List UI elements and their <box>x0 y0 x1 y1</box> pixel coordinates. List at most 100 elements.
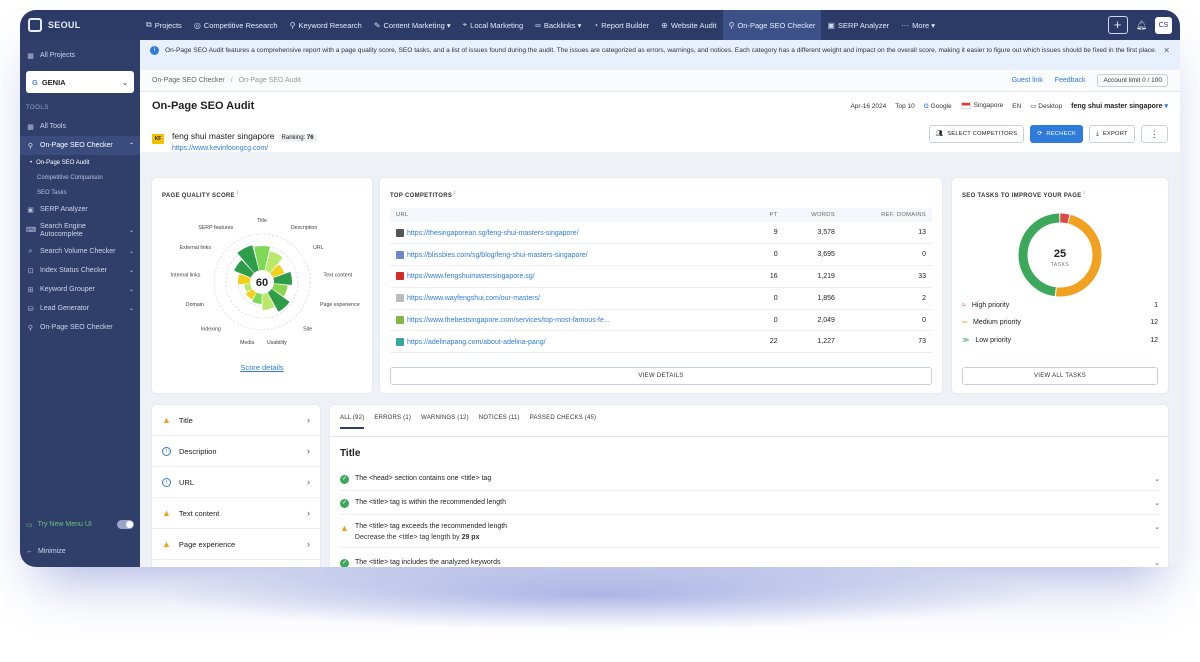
breadcrumb-current: On-Page SEO Audit <box>238 77 301 84</box>
competitor-url-cell[interactable]: https://www.thebestsingapore.com/service… <box>390 309 752 332</box>
sidebar-item-on-page-seo-checker[interactable]: ⚲ On-Page SEO Checker ⌃ <box>20 136 140 155</box>
checks-tabs: ALL (92) ERRORS (1) WARNINGS (12) NOTICES (… <box>340 415 596 429</box>
task-priority-row[interactable]: ≈ High priority 1 <box>962 302 1158 309</box>
select-competitors-button[interactable]: 👥︎ SELECT COMPETITORS <box>928 125 1025 143</box>
sidebar-item-all-tools[interactable]: ▦ All Tools <box>20 117 140 136</box>
chevron-down-icon: ⌄ <box>128 227 134 234</box>
nav-item[interactable]: ⌖ Local Marketing <box>457 10 529 40</box>
competitor-url-cell[interactable]: https://www.wayfengshui.com/our-masters/ <box>390 287 752 310</box>
priority-icon: ≫ <box>962 337 970 344</box>
pt-cell: 0 <box>751 309 784 332</box>
task-priority-row[interactable]: ═ Medium priority 12 <box>962 319 1158 326</box>
close-icon[interactable]: ✕ <box>1163 46 1170 55</box>
add-button[interactable]: + <box>1107 16 1128 34</box>
page-quality-radial-chart: Title Description URL Text content Page expe… <box>171 218 360 346</box>
category-item[interactable]: ▲ Text content › <box>152 498 320 529</box>
column-header[interactable]: WORDS <box>783 208 841 222</box>
competitor-url-cell[interactable]: https://www.fengshuimastersingapore.sg/ <box>390 265 752 288</box>
check-row[interactable]: ✓ The <title> tag includes the analyzed k… <box>340 559 1160 567</box>
category-item[interactable]: ▲ Title › <box>152 405 320 436</box>
column-header[interactable]: PT <box>751 208 784 222</box>
check-row[interactable]: ✓ The <title> tag is within the recommend… <box>340 499 1160 515</box>
sidebar-subitem[interactable]: SEO Tasks <box>20 185 140 200</box>
new-menu-toggle[interactable] <box>117 520 134 529</box>
keyword-selector[interactable]: feng shui master singapore ▾ <box>1071 102 1168 110</box>
export-button[interactable]: ⤓ EXPORT <box>1089 125 1135 143</box>
score-details-link[interactable]: Score details <box>152 363 372 372</box>
engine-label: Google <box>930 102 952 110</box>
ref-domains-cell: 33 <box>840 265 932 288</box>
sidebar-tool-item[interactable]: ⊡ Index Status Checker ⌄ <box>20 261 140 280</box>
notifications-bell-icon[interactable]: 🔔︎ <box>1136 20 1147 31</box>
nav-item[interactable]: ⚲ On-Page SEO Checker <box>722 10 822 40</box>
search-engine: G Google <box>924 103 952 110</box>
recheck-button[interactable]: ⟳ RECHECK <box>1030 125 1084 143</box>
competitor-url-cell[interactable]: https://adelinapang.com/about-adelina-pa… <box>390 330 752 354</box>
competitor-url-cell[interactable]: https://blissbies.com/sg/blog/feng-shui-… <box>390 243 752 267</box>
view-details-button[interactable]: VIEW DETAILS <box>390 367 932 385</box>
google-icon: G <box>923 102 931 110</box>
tab-2[interactable]: WARNINGS (12) <box>421 415 469 429</box>
sidebar-tool-item[interactable]: ⌕ Search Volume Checker ⌄ <box>20 242 140 261</box>
more-options-button[interactable]: ⋮ <box>1140 125 1168 143</box>
seo-tasks-card: SEO TASKS TO IMPROVE YOUR PAGE i 25 TASK… <box>952 178 1168 393</box>
view-all-tasks-button[interactable]: VIEW ALL TASKS <box>962 367 1158 385</box>
nav-item-label: SERP Analyzer <box>837 20 890 30</box>
app-logo[interactable]: SEOUL <box>20 18 140 32</box>
nav-item[interactable]: ⧉ Projects <box>140 10 188 40</box>
nav-item[interactable]: ▣ SERP Analyzer <box>821 10 895 40</box>
feedback-link[interactable]: Feedback <box>1055 77 1086 84</box>
nav-item[interactable]: ◎ Competitive Research <box>188 10 284 40</box>
check-row[interactable]: ▲ The <title> tag exceeds the recommended… <box>340 523 1160 548</box>
nav-item[interactable]: ··· More ▾ <box>895 10 941 40</box>
sidebar-tool-item[interactable]: ⛁ Lead Generator ⌄ <box>20 299 140 318</box>
category-item[interactable]: ✓Site› <box>152 560 320 567</box>
sidebar-tool-item[interactable]: ⚲ On-Page SEO Checker <box>20 318 140 337</box>
sidebar-item-label: SERP Analyzer <box>40 206 88 213</box>
category-item[interactable]: i URL › <box>152 467 320 498</box>
nav-item[interactable]: ⚲ Keyword Research <box>284 10 368 40</box>
nav-item[interactable]: ⊕ Website Audit <box>655 10 722 40</box>
sidebar-subitem[interactable]: Competitive Comparison <box>20 170 140 185</box>
competitor-url-cell[interactable]: https://thesingaporean.sg/feng-shui-mast… <box>390 222 752 245</box>
check-circle-icon: ✓ <box>340 559 349 567</box>
tab-3[interactable]: NOTICES (11) <box>479 415 520 429</box>
tab-0[interactable]: ALL (92) <box>340 415 365 429</box>
page-url-link[interactable]: https://www.kevinfoongcg.com/ <box>172 145 317 152</box>
guest-link[interactable]: Guest link <box>1012 77 1043 84</box>
autocomplete-icon: ⌨ <box>26 226 37 234</box>
sidebar-tool-item[interactable]: ▣ SERP Analyzer <box>20 200 140 219</box>
section-title: Title <box>340 448 361 459</box>
nav-item-label: More ▾ <box>912 20 936 30</box>
category-item[interactable]: ▲ Page experience › <box>152 529 320 560</box>
segment-label: Usability <box>267 340 287 346</box>
banner-text: On-Page SEO Audit features a comprehensi… <box>165 47 1157 54</box>
tab-4[interactable]: PASSED CHECKS (45) <box>530 415 597 429</box>
sidebar-tool-item[interactable]: ⊞ Keyword Grouper ⌄ <box>20 280 140 299</box>
nav-icon: ◎ <box>193 20 201 30</box>
grid-icon: ▦ <box>27 52 34 60</box>
column-header[interactable]: REF. DOMAINS <box>840 208 932 222</box>
all-projects-link[interactable]: ▦ All Projects <box>20 46 140 65</box>
sidebar-subitem[interactable]: On-Page SEO Audit <box>20 155 140 170</box>
sidebar-item-label: On-Page SEO Checker <box>40 324 113 331</box>
ref-domains-cell: 13 <box>840 222 932 245</box>
nav-item-label: Content Marketing ▾ <box>383 20 451 30</box>
category-item[interactable]: i Description › <box>152 436 320 467</box>
breadcrumb-root[interactable]: On-Page SEO Checker <box>152 77 225 84</box>
nav-item[interactable]: ∞ Backlinks ▾ <box>529 10 587 40</box>
task-priority-row[interactable]: ≫ Low priority 12 <box>962 336 1158 345</box>
column-header[interactable]: URL <box>390 208 752 222</box>
user-avatar[interactable]: CS <box>1155 16 1172 34</box>
tab-1[interactable]: ERRORS (1) <box>374 415 411 429</box>
chevron-up-icon: ⌃ <box>128 143 134 149</box>
check-circle-icon: ✓ <box>340 499 349 508</box>
sidebar-tool-item[interactable]: ⌨ Search Engine Autocomplete ⌄ <box>20 219 140 242</box>
check-row[interactable]: ✓ The <head> section contains one <title>… <box>340 475 1160 491</box>
nav-item[interactable]: ◔ Report Builder <box>587 10 655 40</box>
nav-item[interactable]: ✎ Content Marketing ▾ <box>368 10 457 40</box>
singapore-flag-icon <box>960 102 971 110</box>
category-label: Page experience <box>178 539 236 549</box>
minimize-button[interactable]: ← Minimize <box>26 548 66 555</box>
project-selector[interactable]: G GENIA ⌄ <box>26 71 134 93</box>
